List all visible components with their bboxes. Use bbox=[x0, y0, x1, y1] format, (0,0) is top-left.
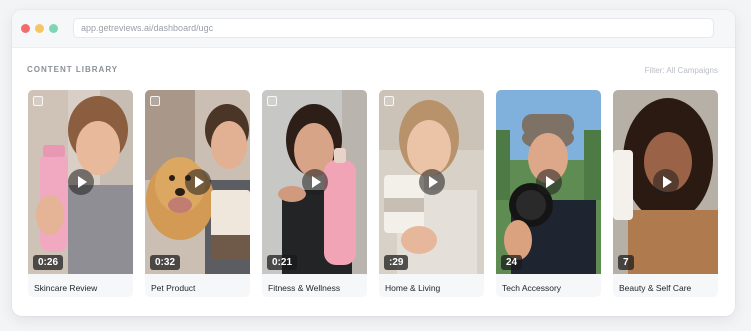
video-duration: 0:32 bbox=[150, 255, 181, 270]
video-card[interactable]: 7 Beauty & Self Care bbox=[613, 90, 718, 297]
maximize-window-dot[interactable] bbox=[49, 24, 58, 33]
video-card[interactable]: 24 Tech Accessory bbox=[496, 90, 601, 297]
video-thumbnail[interactable]: 0:32 bbox=[145, 90, 250, 274]
video-duration: 24 bbox=[501, 255, 523, 270]
video-thumbnail[interactable]: 7 bbox=[613, 90, 718, 274]
browser-window: app.getreviews.ai/dashboard/ugc CONTENT … bbox=[12, 10, 735, 316]
video-duration: :29 bbox=[384, 255, 409, 270]
video-card[interactable]: 0:21 Fitness & Wellness bbox=[262, 90, 367, 297]
video-title: Home & Living bbox=[385, 283, 441, 293]
address-bar[interactable]: app.getreviews.ai/dashboard/ugc bbox=[73, 18, 714, 38]
minimize-window-dot[interactable] bbox=[35, 24, 44, 33]
video-card[interactable]: :29 Home & Living bbox=[379, 90, 484, 297]
select-checkbox[interactable] bbox=[33, 96, 43, 106]
content-library-title: CONTENT LIBRARY bbox=[27, 65, 119, 74]
video-thumbnail[interactable]: :29 bbox=[379, 90, 484, 274]
campaign-filter[interactable]: Filter: All Campaigns bbox=[645, 66, 718, 75]
video-duration: 7 bbox=[618, 255, 634, 270]
play-icon[interactable] bbox=[301, 169, 328, 195]
video-card[interactable]: 0:26 Skincare Review bbox=[28, 90, 133, 297]
video-title: Skincare Review bbox=[34, 283, 98, 293]
select-checkbox[interactable] bbox=[267, 96, 277, 106]
select-checkbox[interactable] bbox=[384, 96, 394, 106]
video-thumbnail[interactable]: 0:21 bbox=[262, 90, 367, 274]
play-icon[interactable] bbox=[184, 169, 211, 195]
close-window-dot[interactable] bbox=[21, 24, 30, 33]
video-card[interactable]: 0:32 Pet Product bbox=[145, 90, 250, 297]
video-duration: 0:26 bbox=[33, 255, 64, 270]
video-title: Pet Product bbox=[151, 283, 196, 293]
play-icon[interactable] bbox=[652, 169, 679, 195]
play-icon[interactable] bbox=[67, 169, 94, 195]
video-thumbnail[interactable]: 0:26 bbox=[28, 90, 133, 274]
video-title: Tech Accessory bbox=[502, 283, 562, 293]
select-checkbox[interactable] bbox=[150, 96, 160, 106]
play-icon[interactable] bbox=[535, 169, 562, 195]
play-icon[interactable] bbox=[418, 169, 445, 195]
video-title: Beauty & Self Care bbox=[619, 283, 692, 293]
video-title: Fitness & Wellness bbox=[268, 283, 341, 293]
video-duration: 0:21 bbox=[267, 255, 298, 270]
browser-titlebar: app.getreviews.ai/dashboard/ugc bbox=[12, 10, 735, 48]
video-thumbnail[interactable]: 24 bbox=[496, 90, 601, 274]
